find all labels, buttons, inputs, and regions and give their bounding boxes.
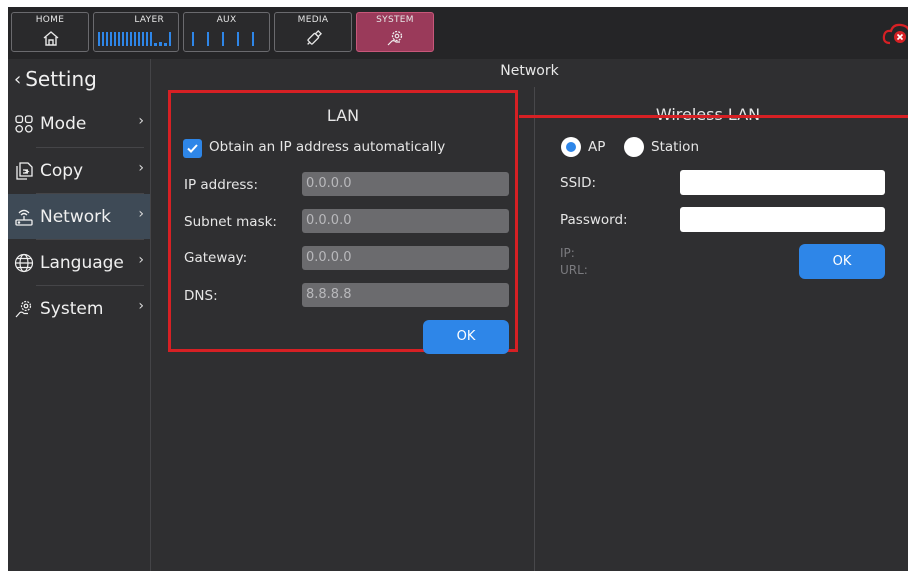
- lan-title: LAN: [326, 106, 360, 125]
- wlan-ok-button[interactable]: OK: [799, 244, 885, 279]
- sidebar-item-system[interactable]: System ›: [8, 286, 150, 331]
- ap-radio[interactable]: [561, 137, 581, 157]
- system-gear-icon: [387, 30, 403, 46]
- globe-icon: [12, 251, 36, 275]
- media-usb-icon: [307, 30, 322, 45]
- ssid-label: SSID:: [560, 175, 597, 191]
- tab-system[interactable]: SYSTEM: [356, 12, 434, 52]
- mode-grid-icon: [12, 112, 36, 136]
- chevron-right-icon: ›: [138, 298, 144, 314]
- password-label: Password:: [560, 212, 628, 228]
- ip-address-label: IP address:: [184, 177, 258, 193]
- sidebar-item-label: Language: [40, 252, 124, 273]
- top-bar: HOME LAYER AUX MEDIA SYSTEM: [8, 7, 908, 59]
- sidebar-title: Setting: [25, 67, 97, 91]
- divider: [534, 87, 535, 571]
- tab-system-label: SYSTEM: [376, 15, 414, 25]
- sidebar-item-language[interactable]: Language ›: [8, 240, 150, 285]
- dns-field[interactable]: 8.8.8.8: [302, 283, 509, 307]
- router-icon: [12, 205, 36, 229]
- ap-label: AP: [588, 139, 606, 155]
- url-info-label: URL:: [560, 263, 588, 277]
- chevron-right-icon: ›: [138, 252, 144, 268]
- password-input[interactable]: [680, 207, 885, 232]
- copy-icon: [12, 159, 36, 183]
- sidebar-item-copy[interactable]: Copy ›: [8, 148, 150, 193]
- sidebar-item-label: Copy: [40, 160, 84, 181]
- app-window: HOME LAYER AUX MEDIA SYSTEM ‹ Setting Mo…: [8, 7, 908, 571]
- station-radio[interactable]: [624, 137, 644, 157]
- chevron-right-icon: ›: [138, 160, 144, 176]
- tab-aux-label: AUX: [216, 15, 237, 25]
- chevron-right-icon: ›: [138, 206, 144, 222]
- subnet-mask-label: Subnet mask:: [184, 214, 277, 230]
- dns-label: DNS:: [184, 288, 218, 304]
- dhcp-checkbox[interactable]: [183, 139, 202, 158]
- home-icon: [43, 31, 59, 46]
- lan-ok-button[interactable]: OK: [423, 320, 509, 354]
- layer-bars-icon: [98, 32, 173, 46]
- tab-home-label: HOME: [35, 15, 65, 25]
- tab-layer[interactable]: LAYER: [93, 12, 179, 52]
- sidebar-item-label: Mode: [40, 113, 87, 134]
- sidebar-item-mode[interactable]: Mode ›: [8, 101, 150, 146]
- ssid-input[interactable]: [680, 170, 885, 195]
- chevron-left-icon: ‹: [14, 68, 22, 90]
- lan-panel: LAN Obtain an IP address automatically I…: [168, 90, 518, 354]
- gateway-label: Gateway:: [184, 250, 248, 266]
- cloud-disconnected-icon[interactable]: [882, 21, 908, 47]
- dhcp-label: Obtain an IP address automatically: [209, 139, 446, 155]
- sidebar-item-label: Network: [40, 206, 111, 227]
- sidebar-item-label: System: [40, 298, 104, 319]
- chevron-right-icon: ›: [138, 113, 144, 129]
- highlight-line: [519, 115, 908, 118]
- back-button[interactable]: ‹ Setting: [14, 67, 97, 91]
- sidebar-item-network[interactable]: Network ›: [8, 194, 150, 239]
- tab-media[interactable]: MEDIA: [274, 12, 352, 52]
- ip-address-field[interactable]: 0.0.0.0: [302, 172, 509, 196]
- ip-info-label: IP:: [560, 246, 575, 260]
- gear-hand-icon: [12, 297, 36, 321]
- page-title: Network: [500, 63, 559, 79]
- tab-layer-label: LAYER: [134, 15, 164, 25]
- tab-home[interactable]: HOME: [11, 12, 89, 52]
- aux-bars-icon: [192, 32, 267, 46]
- check-icon: [187, 144, 198, 153]
- tab-aux[interactable]: AUX: [183, 12, 270, 52]
- gateway-field[interactable]: 0.0.0.0: [302, 246, 509, 270]
- sidebar: ‹ Setting Mode › Copy › Network › Langua…: [8, 59, 151, 571]
- subnet-mask-field[interactable]: 0.0.0.0: [302, 209, 509, 233]
- station-label: Station: [651, 139, 699, 155]
- tab-media-label: MEDIA: [297, 15, 329, 25]
